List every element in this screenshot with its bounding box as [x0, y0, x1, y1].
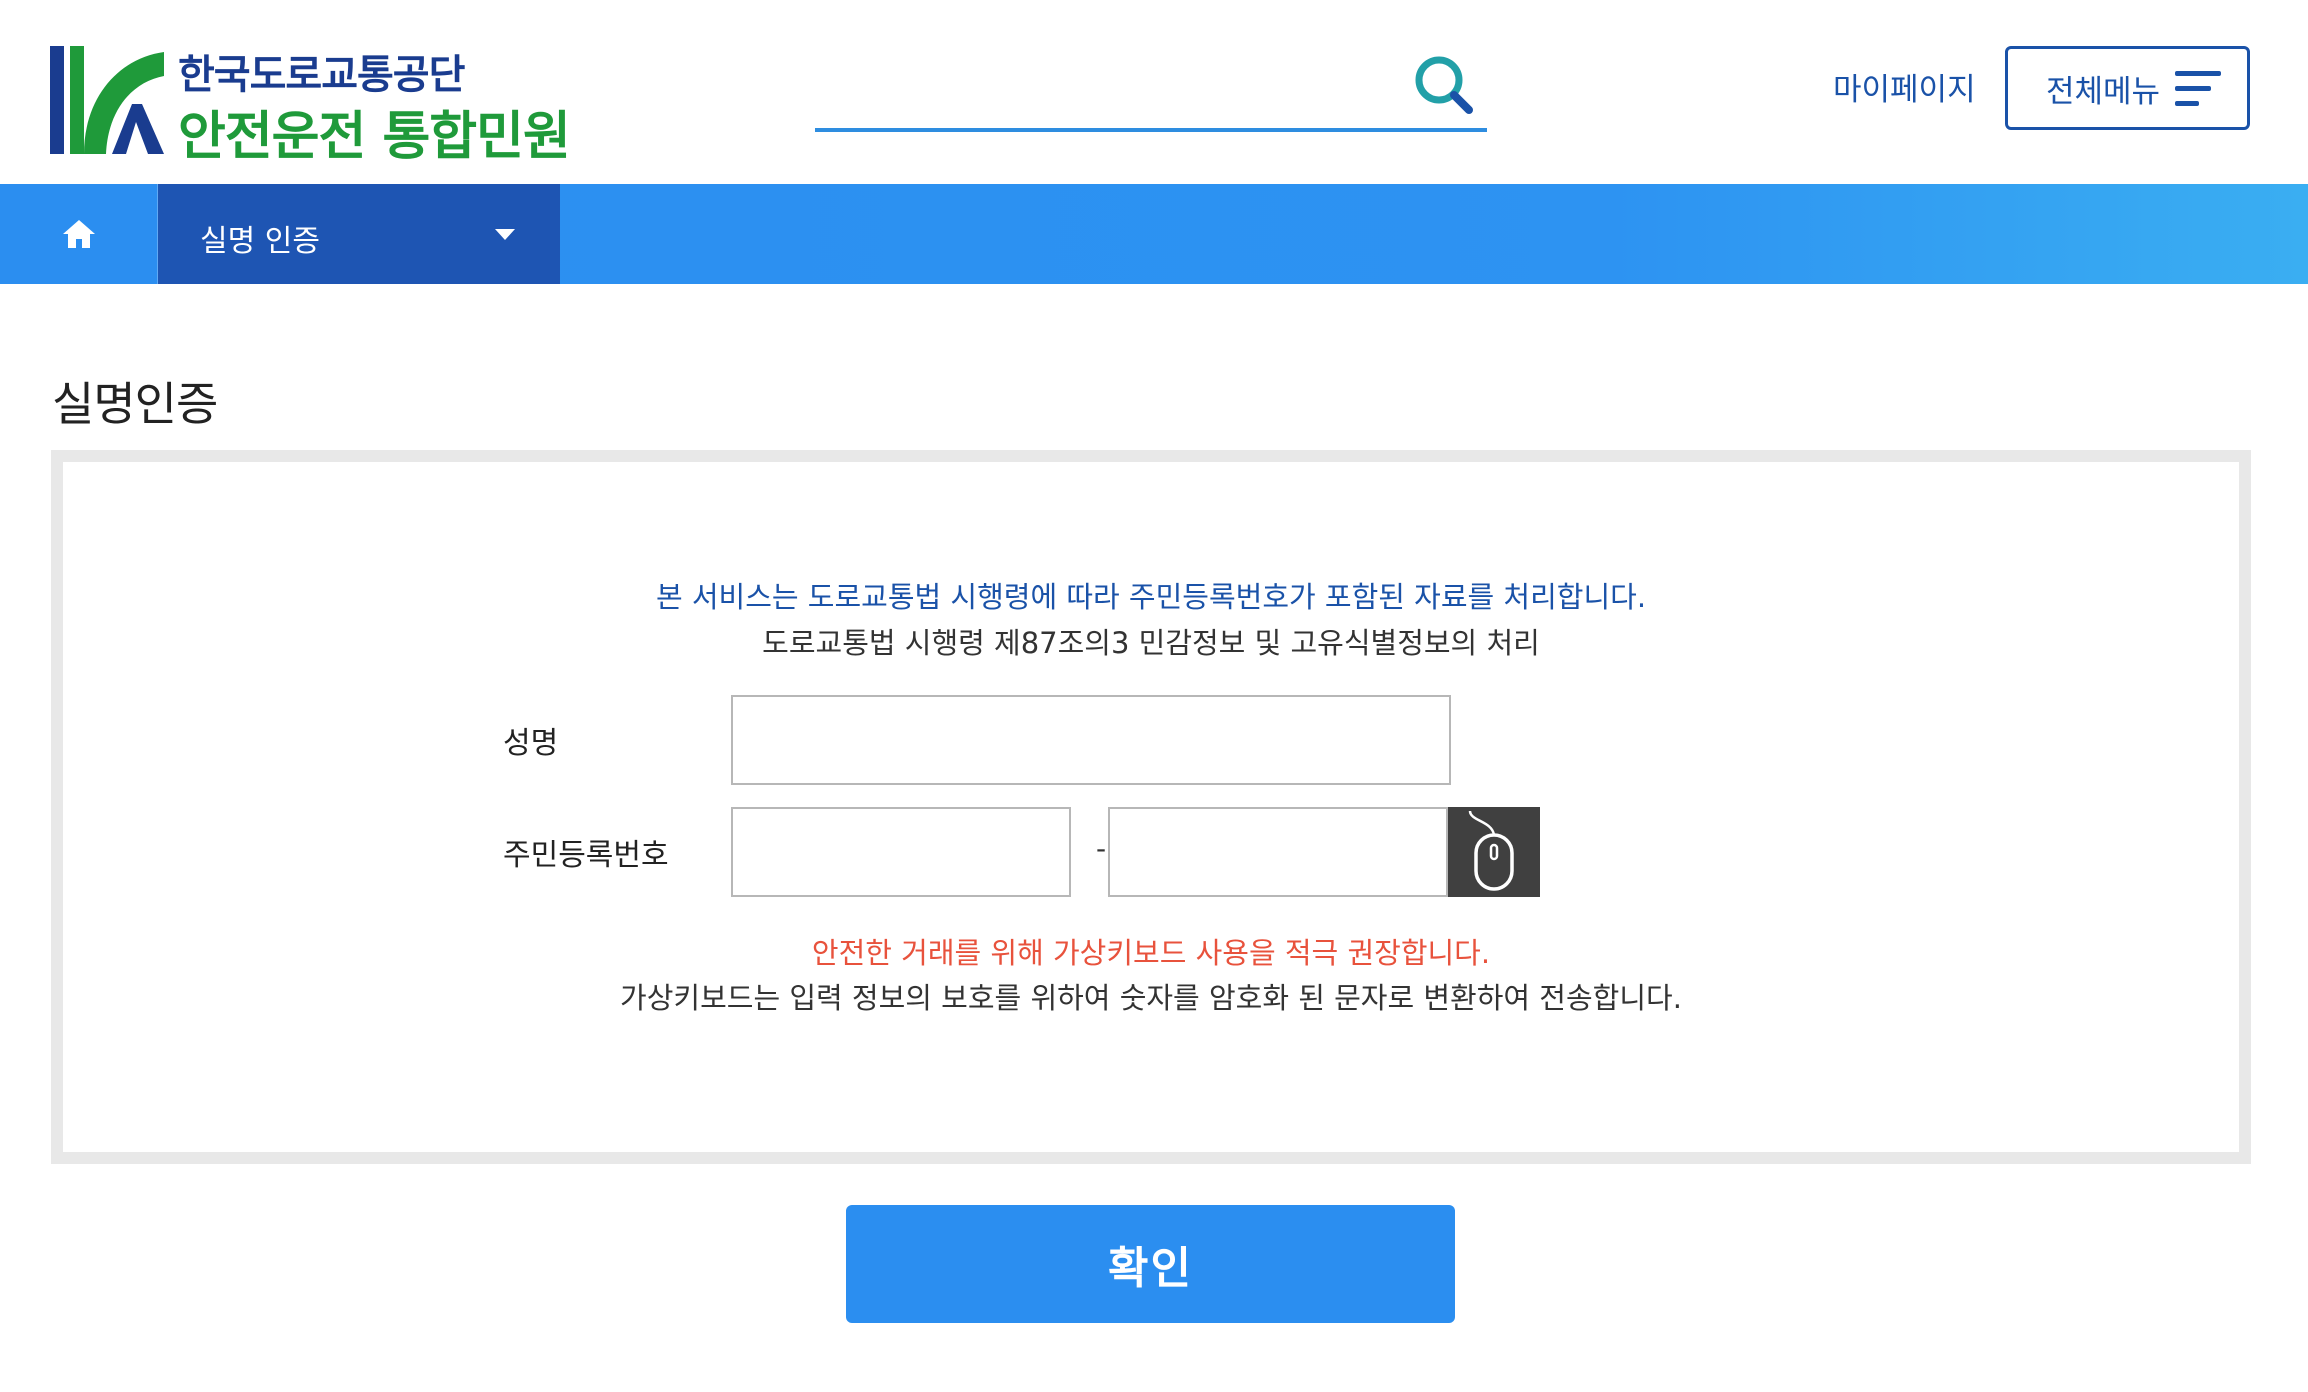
name-field[interactable] [731, 695, 1451, 785]
chevron-down-icon [495, 229, 515, 240]
nav-bar: 실명 인증 [0, 184, 2308, 284]
service-name: 안전운전 통합민원 [178, 107, 571, 167]
all-menu-button[interactable]: 전체메뉴 [2005, 46, 2250, 130]
virtual-keyboard-warning: 안전한 거래를 위해 가상키보드 사용을 적극 권장합니다. [811, 936, 1491, 970]
rrn-back-field[interactable] [1108, 807, 1448, 897]
logo[interactable]: 한국도로교통공단 안전운전 통합민원 [50, 40, 590, 167]
home-icon [62, 220, 95, 248]
search-input[interactable] [815, 40, 1395, 126]
rrn-front-field[interactable] [731, 807, 1071, 897]
notice-text: 본 서비스는 도로교통법 시행령에 따라 주민등록번호가 포함된 자료를 처리합… [655, 580, 1647, 614]
nav-dropdown-label: 실명 인증 [200, 224, 320, 259]
header: 한국도로교통공단 안전운전 통합민원 마이페이지 전체메뉴 [0, 0, 2308, 184]
mouse-icon [1468, 810, 1514, 891]
logo-mark-icon [50, 46, 164, 154]
org-name: 한국도로교통공단 [178, 52, 465, 98]
auth-form-box: 본 서비스는 도로교통법 시행령에 따라 주민등록번호가 포함된 자료를 처리합… [51, 450, 2251, 1164]
name-label: 성명 [503, 726, 559, 761]
search-icon[interactable] [1409, 50, 1479, 120]
mypage-link[interactable]: 마이페이지 [1833, 64, 1976, 109]
rrn-separator: - [1096, 832, 1107, 865]
page: 한국도로교통공단 안전운전 통합민원 마이페이지 전체메뉴 실명 인증 실명인증… [0, 0, 2308, 1392]
nav-dropdown[interactable]: 실명 인증 [158, 184, 560, 284]
virtual-keyboard-info: 가상키보드는 입력 정보의 보호를 위하여 숫자를 암호화 된 문자로 변환하여… [620, 981, 1682, 1015]
hamburger-icon [2175, 71, 2221, 106]
confirm-button[interactable]: 확인 [846, 1205, 1455, 1323]
rrn-label: 주민등록번호 [503, 838, 669, 873]
all-menu-label: 전체메뉴 [2046, 73, 2161, 110]
law-reference-text: 도로교통법 시행령 제87조의3 민감정보 및 고유식별정보의 처리 [762, 626, 1540, 660]
virtual-keyboard-button[interactable] [1448, 807, 1540, 897]
page-title: 실명인증 [52, 377, 218, 431]
home-button[interactable] [0, 184, 158, 284]
search-bar [815, 40, 1487, 132]
